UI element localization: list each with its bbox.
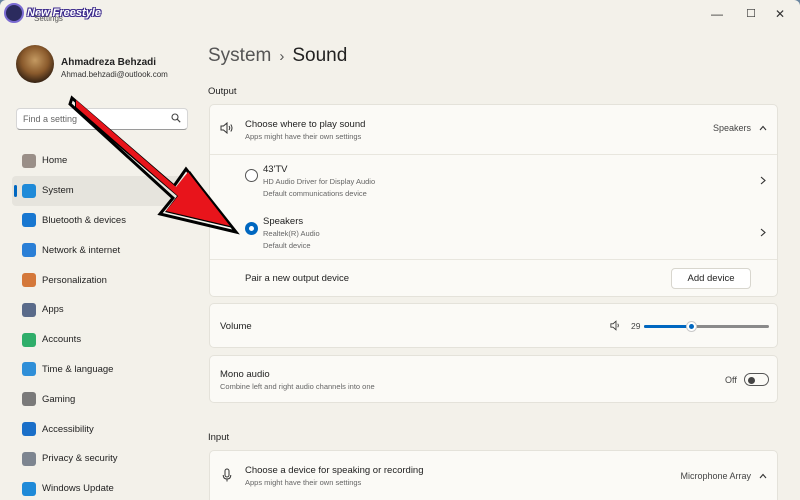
user-email: Ahmad.behzadi@outlook.com — [61, 70, 168, 79]
choose-input-row[interactable]: Choose a device for speaking or recordin… — [210, 451, 777, 500]
choose-output-row[interactable]: Choose where to play sound Apps might ha… — [210, 105, 777, 154]
sidebar-item-label: Personalization — [42, 274, 107, 286]
pair-device-label: Pair a new output device — [245, 273, 350, 284]
sidebar-item-accessibility[interactable]: Accessibility — [12, 414, 190, 444]
avatar[interactable] — [16, 45, 54, 83]
personalization-icon — [22, 273, 36, 288]
radio-speakers[interactable] — [245, 222, 258, 235]
search-placeholder: Find a setting — [23, 114, 78, 124]
close-button[interactable]: ✕ — [770, 6, 790, 22]
device-role: Default communications device — [263, 189, 367, 198]
sidebar-item-privacy[interactable]: Privacy & security — [12, 444, 190, 474]
sidebar-item-label: Network & internet — [42, 244, 121, 256]
input-heading: Input — [208, 432, 230, 443]
sidebar-item-gaming[interactable]: Gaming — [12, 384, 190, 414]
time-language-icon — [22, 362, 36, 377]
title-bar: New Freestyle Settings — ☐ ✕ — [0, 0, 800, 30]
page-title: Sound — [292, 45, 348, 66]
breadcrumb: System › Sound — [208, 45, 347, 67]
device-driver: Realtek(R) Audio — [263, 229, 320, 238]
sidebar-nav: Home System Bluetooth & devices Network … — [12, 146, 190, 500]
sidebar-item-windows-update[interactable]: Windows Update — [12, 474, 190, 500]
choose-output-title: Choose where to play sound — [245, 119, 366, 130]
accessibility-icon — [22, 422, 36, 437]
output-card: Choose where to play sound Apps might ha… — [209, 104, 778, 297]
mono-audio-state: Off — [725, 375, 737, 385]
user-name: Ahmadreza Behzadi — [61, 57, 157, 68]
watermark-logo-icon — [4, 3, 24, 23]
device-driver: HD Audio Driver for Display Audio — [263, 177, 376, 186]
volume-slider-fill — [644, 325, 692, 328]
volume-value: 29 — [631, 321, 641, 331]
accounts-icon — [22, 332, 36, 347]
sidebar-item-label: Home — [42, 155, 68, 167]
sidebar-item-label: Gaming — [42, 393, 76, 405]
sidebar-item-network[interactable]: Network & internet — [12, 235, 190, 265]
sidebar-item-bluetooth[interactable]: Bluetooth & devices — [12, 206, 190, 236]
output-heading: Output — [208, 86, 237, 97]
microphone-icon — [222, 468, 232, 482]
mono-audio-subtitle: Combine left and right audio channels in… — [220, 382, 375, 391]
choose-input-subtitle: Apps might have their own settings — [245, 478, 362, 487]
settings-window: New Freestyle Settings — ☐ ✕ Ahmadreza B… — [0, 0, 800, 500]
breadcrumb-parent[interactable]: System — [208, 45, 271, 66]
sidebar-item-label: Bluetooth & devices — [42, 214, 126, 226]
output-device-tv[interactable]: 43'TV HD Audio Driver for Display Audio … — [210, 155, 777, 206]
gaming-icon — [22, 392, 36, 407]
chevron-up-icon[interactable] — [759, 125, 767, 131]
pair-device-row: Pair a new output device Add device — [210, 260, 777, 297]
selected-input-value: Microphone Array — [680, 471, 751, 481]
sidebar-item-label: System — [42, 185, 74, 197]
sidebar-item-home[interactable]: Home — [12, 146, 190, 176]
sidebar-item-label: Windows Update — [42, 483, 114, 495]
device-role: Default device — [263, 241, 311, 250]
breadcrumb-separator: › — [279, 48, 285, 65]
volume-icon[interactable] — [610, 320, 622, 331]
apps-icon — [22, 302, 36, 317]
volume-label: Volume — [220, 321, 252, 332]
search-icon[interactable] — [171, 113, 181, 123]
system-icon — [22, 183, 36, 198]
choose-input-title: Choose a device for speaking or recordin… — [245, 465, 424, 476]
sidebar-item-label: Privacy & security — [42, 453, 118, 465]
maximize-button[interactable]: ☐ — [741, 6, 761, 22]
home-icon — [22, 153, 36, 168]
search-input[interactable]: Find a setting — [16, 108, 188, 130]
windows-update-icon — [22, 481, 36, 496]
chevron-right-icon[interactable] — [760, 228, 766, 237]
volume-card: Volume 29 — [209, 303, 778, 348]
sidebar-item-accounts[interactable]: Accounts — [12, 325, 190, 355]
minimize-button[interactable]: — — [707, 6, 727, 22]
radio-tv[interactable] — [245, 169, 258, 182]
app-title: Settings — [34, 14, 63, 23]
sidebar-item-label: Accounts — [42, 334, 82, 346]
mono-audio-title: Mono audio — [220, 369, 270, 380]
device-name: 43'TV — [263, 164, 288, 175]
sidebar-item-label: Time & language — [42, 363, 114, 375]
main-content: System › Sound Output Choose where to play… — [200, 30, 800, 500]
input-card: Choose a device for speaking or recordin… — [209, 450, 778, 500]
sidebar-item-apps[interactable]: Apps — [12, 295, 190, 325]
sidebar-item-system[interactable]: System — [12, 175, 190, 206]
output-device-speakers[interactable]: Speakers Realtek(R) Audio Default device — [210, 206, 777, 258]
shield-icon — [22, 451, 36, 466]
bluetooth-icon — [22, 213, 36, 228]
sidebar-item-time-language[interactable]: Time & language — [12, 355, 190, 385]
network-icon — [22, 243, 36, 258]
add-device-button[interactable]: Add device — [671, 268, 751, 289]
chevron-up-icon[interactable] — [759, 473, 767, 479]
device-name: Speakers — [263, 216, 304, 227]
chevron-right-icon[interactable] — [760, 176, 766, 185]
sidebar: Ahmadreza Behzadi Ahmad.behzadi@outlook.… — [0, 30, 200, 500]
speaker-icon — [220, 122, 233, 134]
volume-slider-thumb[interactable] — [686, 321, 698, 332]
sidebar-item-label: Apps — [42, 304, 64, 316]
mono-audio-card: Mono audio Combine left and right audio … — [209, 355, 778, 403]
selected-output-value: Speakers — [712, 123, 751, 133]
sidebar-item-label: Accessibility — [42, 423, 94, 435]
mono-audio-toggle[interactable] — [744, 373, 769, 386]
choose-output-subtitle: Apps might have their own settings — [245, 132, 362, 141]
sidebar-item-personalization[interactable]: Personalization — [12, 265, 190, 295]
